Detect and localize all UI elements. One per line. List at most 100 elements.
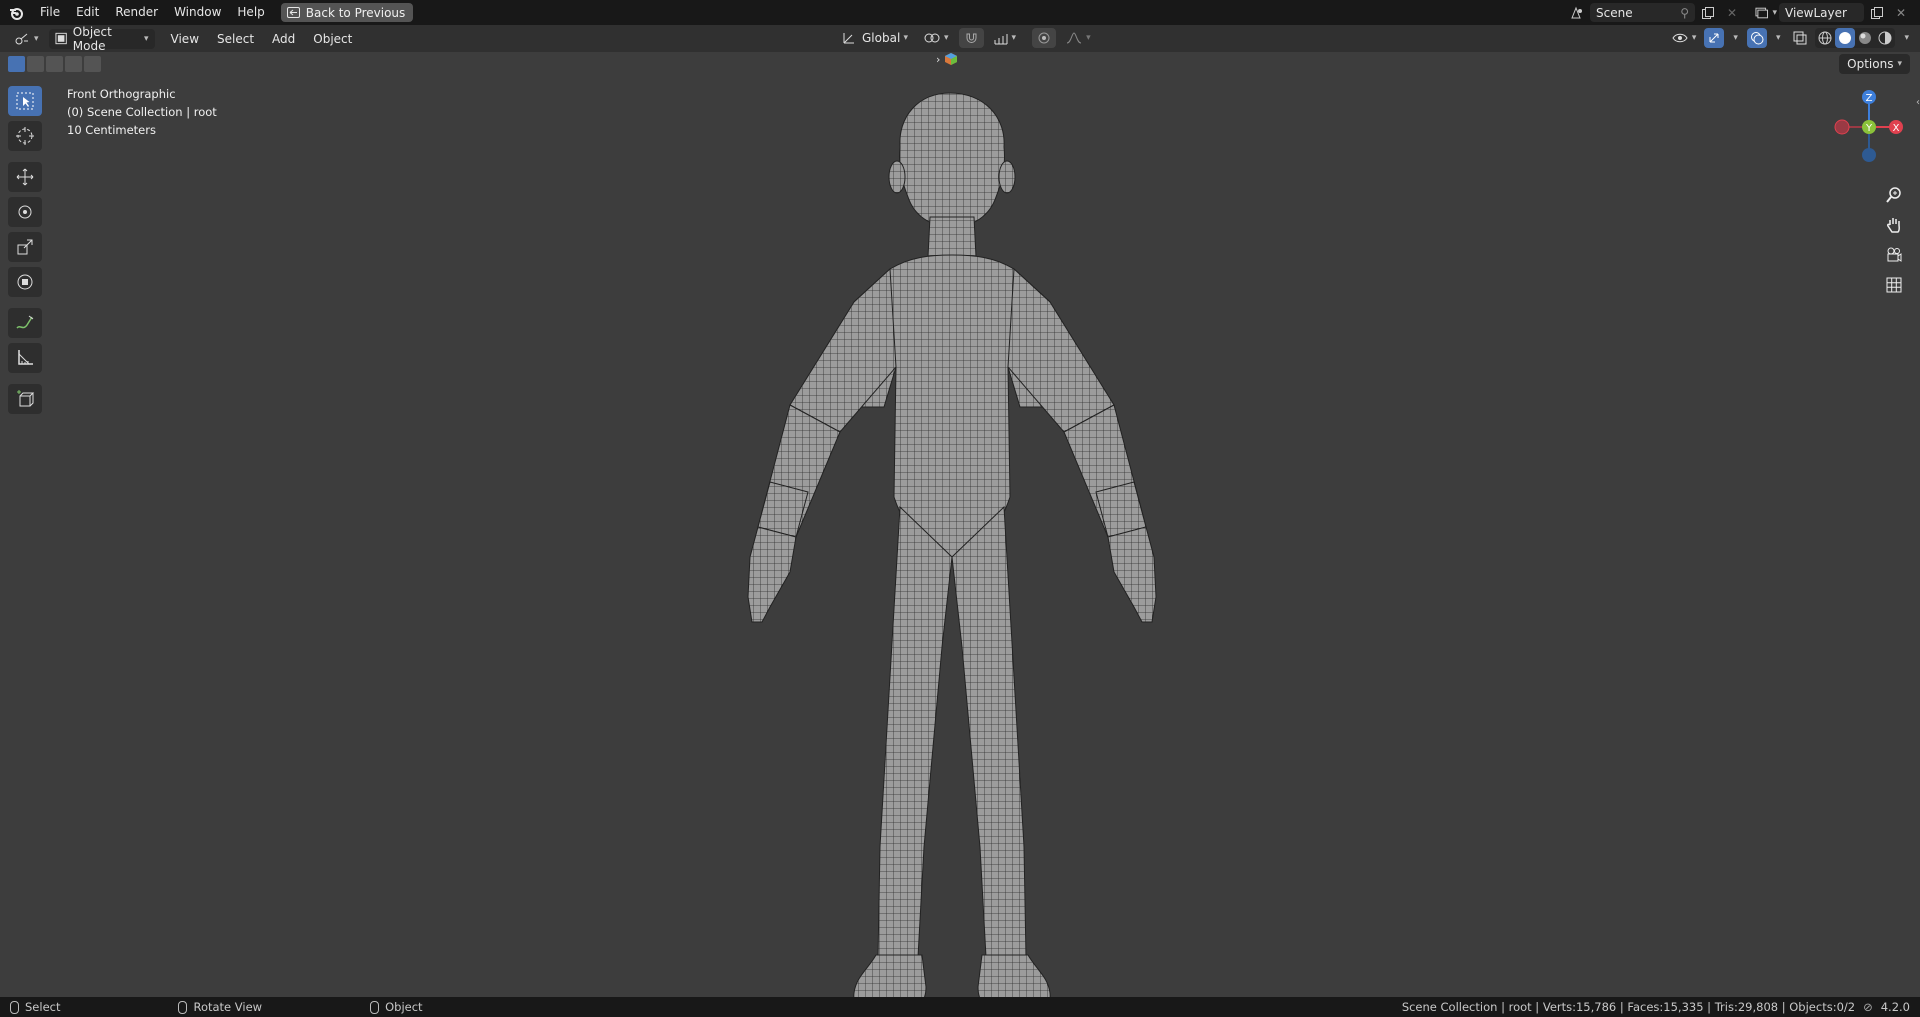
zoom-view-button[interactable]: [1882, 183, 1906, 207]
falloff-dropdown[interactable]: ▾: [1060, 28, 1097, 48]
scale-icon: [17, 239, 33, 255]
navigation-gizmo[interactable]: Z X Y: [1834, 87, 1904, 167]
gizmo-z-label: Z: [1866, 93, 1873, 104]
cursor-tool[interactable]: [8, 121, 42, 151]
menu-file[interactable]: File: [32, 0, 68, 25]
status-hint-rotate-label: Rotate View: [193, 1000, 263, 1014]
menu-window[interactable]: Window: [166, 0, 229, 25]
pivot-point-dropdown[interactable]: ▾: [918, 28, 955, 48]
add-cube-tool[interactable]: [8, 384, 42, 414]
grid-scale-text: 10 Centimeters: [67, 123, 156, 137]
camera-view-button[interactable]: [1882, 243, 1906, 267]
gizmo-dropdown[interactable]: ▾: [1726, 28, 1741, 48]
character-mesh[interactable]: [690, 87, 1210, 997]
mouse-middle-icon: [178, 1000, 188, 1014]
mouse-right-icon: [370, 1000, 380, 1014]
viewport-header: ▾ Object Mode ▾ View Select Add Object G…: [0, 25, 1920, 53]
perspective-toggle-button[interactable]: [1882, 273, 1906, 297]
select-box-tool[interactable]: [8, 86, 42, 116]
object-mode-label: Object Mode: [72, 24, 112, 53]
view-name-text: Front Orthographic: [67, 87, 176, 101]
select-new-mode[interactable]: [8, 56, 25, 72]
menu-add[interactable]: Add: [266, 29, 301, 49]
snap-target-dropdown[interactable]: ▾: [988, 28, 1023, 48]
chevron-right-icon: ›: [936, 52, 941, 66]
3d-viewport[interactable]: › Options ▾ Front Orthographic (0) Scene…: [0, 52, 1920, 997]
options-dropdown[interactable]: Options ▾: [1839, 54, 1910, 74]
status-hint-object-label: Object: [385, 1000, 423, 1014]
gizmo-y-label: Y: [1865, 123, 1873, 134]
object-mode-dropdown[interactable]: Object Mode ▾: [48, 25, 155, 53]
menu-view[interactable]: View: [165, 29, 205, 49]
overlays-toggle[interactable]: [1746, 28, 1767, 48]
snap-toggle[interactable]: [958, 28, 984, 48]
pin-icon[interactable]: ⚲: [1680, 6, 1689, 20]
select-invert-mode[interactable]: [65, 56, 82, 72]
menu-object[interactable]: Object: [307, 29, 358, 49]
solid-sphere-icon: [1839, 32, 1852, 44]
menu-render[interactable]: Render: [107, 0, 166, 25]
select-extend-mode[interactable]: [27, 56, 44, 72]
magnet-icon: [966, 33, 977, 43]
status-hint-select-label: Select: [25, 1000, 61, 1014]
editor-type-button[interactable]: ▾: [8, 29, 45, 49]
material-sphere-icon: [1859, 32, 1872, 44]
measure-tool[interactable]: [8, 343, 42, 373]
visibility-dropdown[interactable]: ▾: [1666, 28, 1703, 48]
back-to-previous-button[interactable]: Back to Previous: [280, 3, 414, 22]
transform-orientation-dropdown[interactable]: Global ▾: [836, 28, 914, 48]
status-hint-object: Object: [370, 1000, 423, 1014]
shading-mode-group: [1815, 28, 1896, 48]
scene-name: Scene: [1596, 5, 1633, 20]
view-layer-name: ViewLayer: [1785, 5, 1847, 20]
proportional-editing-toggle[interactable]: [1032, 28, 1057, 48]
pan-view-button[interactable]: [1882, 213, 1906, 237]
scale-tool[interactable]: [8, 232, 42, 262]
new-view-layer-icon[interactable]: [1866, 3, 1888, 22]
collection-text: (0) Scene Collection | root: [67, 105, 217, 119]
sidebar-toggle-chevron[interactable]: ‹: [1916, 97, 1920, 108]
view-layer-field[interactable]: ViewLayer: [1779, 3, 1864, 22]
material-shading-button[interactable]: [1855, 28, 1875, 48]
wireframe-icon: [1818, 31, 1832, 45]
gizmo-toggle[interactable]: [1704, 28, 1725, 48]
hand-pan-icon: [1887, 218, 1900, 233]
menu-edit[interactable]: Edit: [68, 0, 107, 25]
select-intersect-mode[interactable]: [84, 56, 101, 72]
select-subtract-mode[interactable]: [46, 56, 63, 72]
gizmo-x-label: X: [1893, 123, 1900, 134]
rotate-tool[interactable]: [8, 197, 42, 227]
xray-toggle[interactable]: [1789, 28, 1811, 48]
ruler-icon: [18, 350, 33, 365]
transform-tool[interactable]: [8, 267, 42, 297]
wireframe-shading-button[interactable]: [1815, 28, 1835, 48]
options-label: Options: [1847, 57, 1894, 71]
memory-warning-icon: ⊘: [1863, 1000, 1873, 1014]
view-layer-type-icon[interactable]: ▾: [1755, 3, 1777, 22]
status-hint-rotate: Rotate View: [178, 1000, 262, 1014]
proportional-icon: [1038, 32, 1050, 44]
annotate-pencil-icon: [16, 315, 34, 329]
rendered-sphere-icon: [1878, 31, 1892, 45]
falloff-curve-icon: [1066, 32, 1082, 44]
scene-name-field[interactable]: Scene ⚲: [1590, 3, 1695, 22]
mouse-left-icon: [10, 1000, 19, 1014]
menu-help[interactable]: Help: [229, 0, 272, 25]
transform-orientation-label: Global: [862, 31, 901, 45]
delete-view-layer-icon[interactable]: ✕: [1890, 3, 1912, 22]
shading-dropdown[interactable]: ▾: [1897, 28, 1912, 48]
new-scene-icon[interactable]: [1697, 3, 1719, 22]
solid-shading-button[interactable]: [1835, 28, 1856, 48]
delete-scene-icon[interactable]: ✕: [1721, 3, 1743, 22]
overlays-icon: [1750, 32, 1764, 45]
move-tool[interactable]: [8, 162, 42, 192]
annotate-tool[interactable]: [8, 308, 42, 338]
rendered-shading-button[interactable]: [1875, 28, 1895, 48]
collapsed-region-toggle[interactable]: ›: [936, 52, 958, 66]
blender-logo-icon[interactable]: [0, 0, 32, 25]
menu-select[interactable]: Select: [211, 29, 260, 49]
scene-type-icon[interactable]: [1566, 3, 1588, 22]
cursor-icon: [16, 127, 34, 145]
overlays-dropdown[interactable]: ▾: [1769, 28, 1784, 48]
editor-type-icon: [15, 33, 28, 44]
